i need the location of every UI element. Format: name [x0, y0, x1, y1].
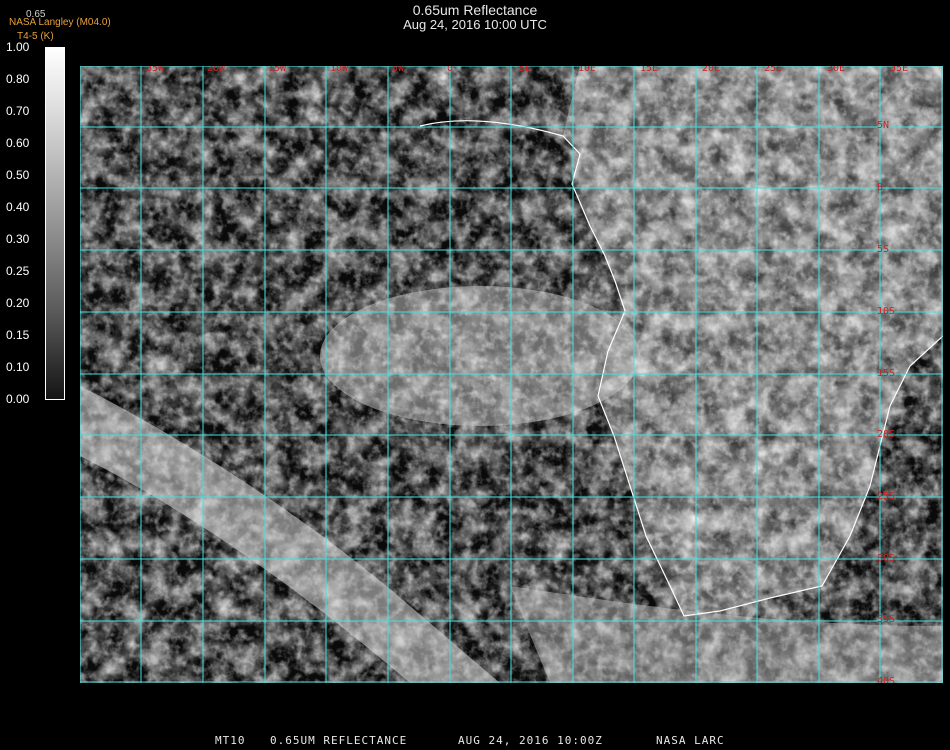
longitude-label: 30E [827, 66, 845, 74]
longitude-label: 20E [702, 66, 720, 74]
longitude-label: 25E [764, 66, 782, 74]
colorbar-tick-label: 0.80 [6, 72, 30, 86]
latitude-label: 15S [877, 368, 895, 379]
colorbar-tick-label: 0.00 [6, 392, 30, 406]
colorbar-tick-label: 0.50 [6, 168, 30, 182]
colorbar-tick-label: 1.00 [6, 40, 30, 54]
colorbar-tick-label: 0.70 [6, 104, 30, 118]
satellite-image: 35W 20W 15W 10W 5W 0 5E 10E 15E 20E 25E 30E 35E 5N 0 5S… [80, 66, 943, 683]
colorbar-tick-label: 0.20 [6, 296, 30, 310]
longitude-label: 20W [207, 66, 226, 74]
latitude-label: 5N [877, 120, 889, 131]
latitude-label: 5S [877, 244, 889, 255]
longitude-label: 5E [519, 66, 531, 74]
image-title: 0.65um Reflectance [412, 2, 538, 18]
footer-datetime: AUG 24, 2016 10:00Z [458, 734, 603, 747]
latitude-label: 25S [877, 491, 895, 502]
colorbar-tick-label: 0.15 [6, 328, 30, 342]
footer-product: MT10 [215, 734, 246, 747]
latitude-label: 40S [877, 676, 895, 683]
colorbar [45, 47, 65, 400]
longitude-label: 35E [890, 66, 908, 74]
colorbar-tick-label: 0.10 [6, 360, 30, 374]
latitude-label: 20S [877, 429, 895, 440]
colorbar-tick-label: 0.40 [6, 200, 30, 214]
longitude-label: 0 [447, 66, 453, 74]
latitude-label: 35S [877, 614, 895, 625]
longitude-label: 10E [578, 66, 596, 74]
colorbar-tick-label: 0.25 [6, 264, 30, 278]
longitude-label: 5W [392, 66, 405, 74]
colorbar-tick-label: 0.30 [6, 232, 30, 246]
satellite-map: 35W 20W 15W 10W 5W 0 5E 10E 15E 20E 25E 30E 35E 5N 0 5S… [80, 66, 943, 683]
footer-agency: NASA LARC [656, 734, 725, 747]
longitude-label: 10W [330, 66, 349, 74]
longitude-label: 35W [146, 66, 165, 74]
source-label: NASA Langley (M04.0) [9, 17, 111, 28]
longitude-label: 15E [640, 66, 658, 74]
latitude-label: 30S [877, 553, 895, 564]
longitude-label: 15W [268, 66, 287, 74]
colorbar-tick-label: 0.60 [6, 136, 30, 150]
image-timestamp: Aug 24, 2016 10:00 UTC [403, 17, 547, 32]
latitude-label: 10S [877, 306, 895, 317]
footer-product-name: 0.65UM REFLECTANCE [270, 734, 408, 747]
latitude-label: 0 [877, 182, 883, 193]
